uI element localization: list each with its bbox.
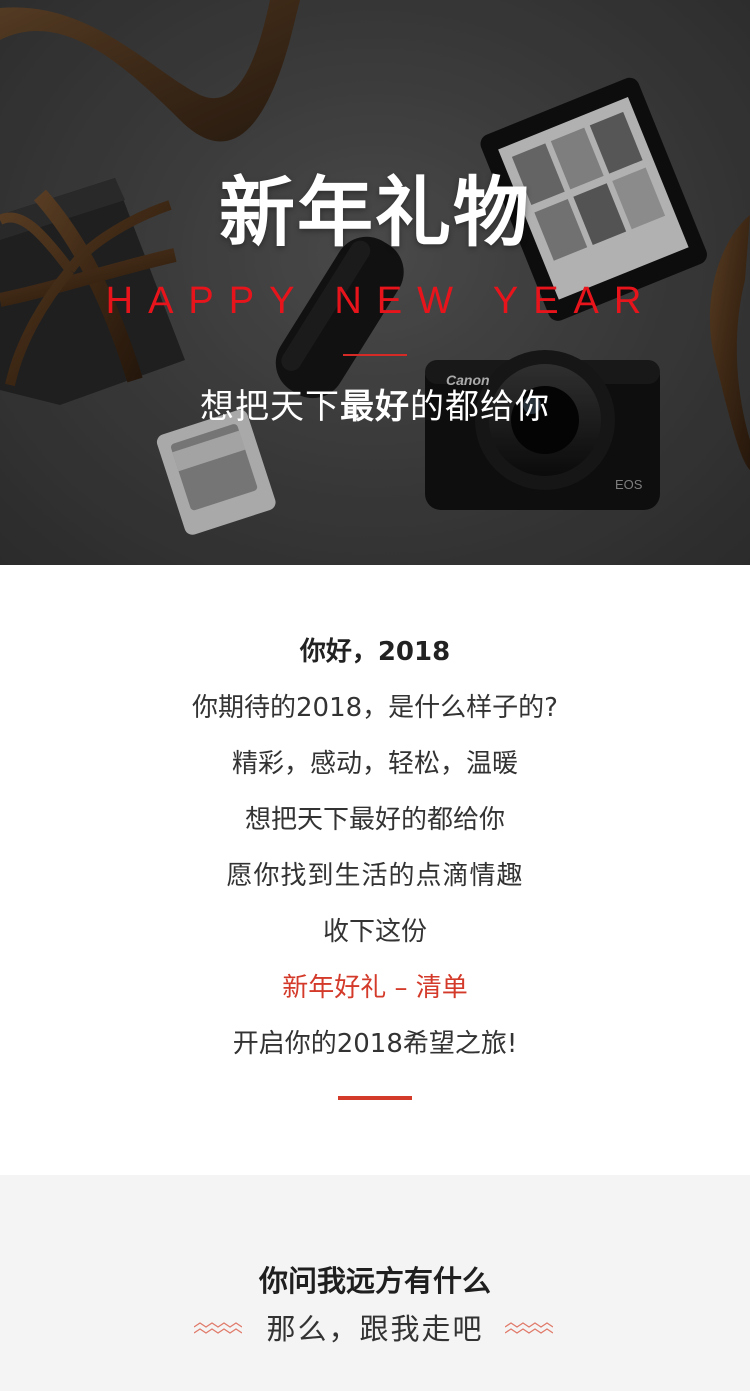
hero-divider (343, 354, 407, 356)
hero-title: 新年礼物 (219, 168, 531, 257)
intro-divider (338, 1096, 412, 1100)
wave-decoration-right-icon (505, 1322, 553, 1334)
section-header: 你问我远方有什么 那么，跟我走吧 (0, 1175, 750, 1391)
intro-section: 你好，2018 你期待的2018，是什么样子的? 精彩，感动，轻松，温暖 想把天… (0, 565, 750, 1175)
hero-tagline-pre: 想把天下 (200, 387, 340, 427)
intro-line: 愿你找到生活的点滴情趣 (226, 861, 524, 891)
hero-tagline-bold: 最好 (340, 387, 410, 427)
intro-line: 收下这份 (322, 917, 427, 947)
hero-banner: Canon EOS 新年礼物 HAPPY NEW YEAR 想把天下最好的都给你 (0, 0, 750, 565)
hero-tagline-post: 的都给你 (410, 387, 550, 427)
intro-greeting: 你好，2018 (299, 637, 451, 667)
hero-tagline: 想把天下最好的都给你 (0, 384, 750, 430)
intro-line: 开启你的2018希望之旅! (232, 1029, 518, 1059)
section-heading: 你问我远方有什么 (258, 1264, 491, 1298)
intro-line: 想把天下最好的都给你 (244, 805, 505, 835)
intro-line: 你期待的2018，是什么样子的? (192, 693, 558, 723)
section-subheading: 那么，跟我走吧 (266, 1312, 484, 1346)
hero-subtitle: HAPPY NEW YEAR (105, 280, 657, 322)
page: Canon EOS 新年礼物 HAPPY NEW YEAR 想把天下最好的都给你… (0, 0, 750, 1391)
intro-highlight-line: 新年好礼 – 清单 (282, 973, 468, 1003)
intro-line: 精彩，感动，轻松，温暖 (231, 749, 518, 779)
